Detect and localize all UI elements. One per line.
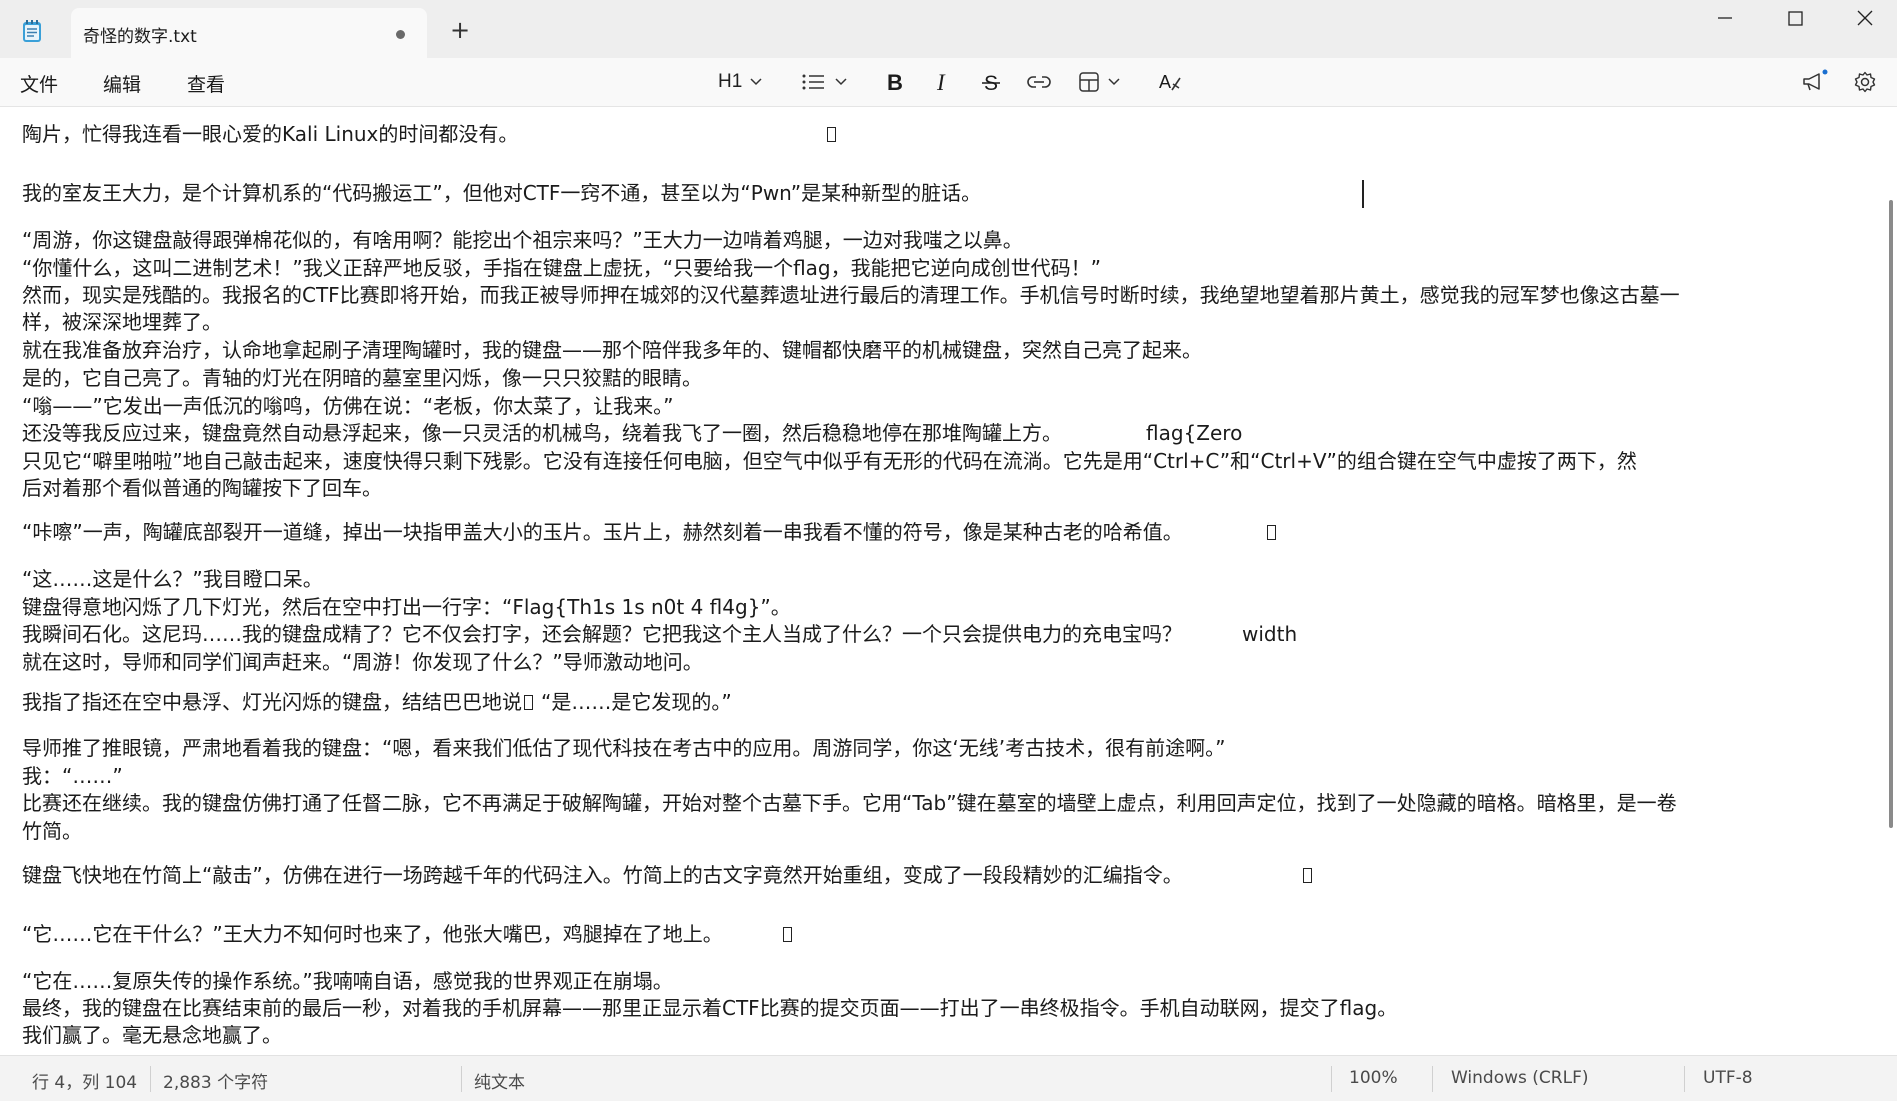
gear-icon [1854, 71, 1876, 93]
chevron-down-icon [835, 78, 847, 86]
status-divider [1684, 1066, 1685, 1092]
text-line: “周游，你这键盘敲得跟弹棉花似的，有啥用啊？能挖出个祖宗来吗？”王大力一边啃着鸡… [22, 228, 1023, 252]
status-divider [150, 1066, 151, 1092]
chevron-down-icon [1108, 78, 1120, 86]
line-ending[interactable]: Windows (CRLF) [1451, 1068, 1589, 1088]
text-line: 样，被深深地埋葬了。 [22, 310, 222, 334]
text-line: 比赛还在继续。我的键盘仿佛打通了任督二脉，它不再满足于破解陶罐，开始对整个古墓下… [22, 791, 1677, 815]
link-icon [1027, 76, 1051, 88]
text-line: 我瞬间石化。这尼玛……我的键盘成精了？它不仅会打字，还会解题？它把我这个主人当成… [22, 622, 1298, 646]
placeholder-glyph-icon [827, 127, 837, 142]
italic-icon: I [936, 70, 946, 94]
bold-button[interactable]: B [884, 68, 906, 96]
text-line: 最终，我的键盘在比赛结束前的最后一秒，对着我的手机屏幕——那里正显示着CTF比赛… [22, 996, 1398, 1020]
flag-fragment: flag{Zero [1146, 421, 1243, 445]
text-line: 我的室友王大力，是个计算机系的“代码搬运工”，但他对CTF一窍不通，甚至以为“P… [22, 181, 982, 205]
text-line: 就在这时，导师和同学们闻声赶来。“周游！你发现了什么？”导师激动地问。 [22, 650, 703, 674]
text-line: 我们赢了。毫无悬念地赢了。 [22, 1023, 282, 1047]
tab-title: 奇怪的数字.txt [83, 27, 197, 47]
minimize-button[interactable] [1697, 4, 1753, 32]
table-icon [1079, 72, 1099, 92]
text-editor[interactable]: 陶片，忙得我连看一眼心爱的Kali Linux的时间都没有。 我的室友王大力，是… [0, 107, 1888, 1055]
link-button[interactable] [1026, 68, 1052, 96]
svg-text:B: B [887, 70, 903, 94]
file-format[interactable]: 纯文本 [474, 1068, 525, 1093]
width-fragment: width [1242, 622, 1298, 646]
bullet-list-icon [802, 74, 824, 90]
clear-formatting-button[interactable]: A [1158, 68, 1184, 96]
minimize-icon [1718, 17, 1732, 19]
bold-icon: B [887, 70, 903, 94]
text-line: 键盘飞快地在竹简上“敲击”，仿佛在进行一场跨越千年的代码注入。竹简上的古文字竟然… [22, 862, 1312, 888]
text-line: 陶片，忙得我连看一眼心爱的Kali Linux的时间都没有。 [22, 121, 837, 147]
text-line: 竹简。 [22, 819, 82, 843]
placeholder-glyph-icon [1302, 868, 1312, 883]
chevron-down-icon [750, 78, 762, 86]
megaphone-icon [1803, 69, 1828, 91]
text-line: 然而，现实是残酷的。我报名的CTF比赛即将开始，而我正被导师押在城郊的汉代墓葬遗… [22, 283, 1680, 307]
text-line: “你懂什么，这叫二进制艺术！”我义正辞严地反驳，手指在键盘上虚抚，“只要给我一个… [22, 256, 1101, 280]
text-line: 就在我准备放弃治疗，认命地拿起刷子清理陶罐时，我的键盘——那个陪伴我多年的、键帽… [22, 338, 1202, 362]
text-line: “这……这是什么？”我目瞪口呆。 [22, 567, 323, 591]
maximize-button[interactable] [1767, 4, 1823, 32]
italic-button[interactable]: I [932, 68, 954, 96]
new-tab-button[interactable]: + [448, 18, 472, 42]
zoom-level[interactable]: 100% [1349, 1068, 1398, 1088]
table-dropdown[interactable] [1078, 68, 1120, 96]
menu-bar: 文件 编辑 查看 H1 B I S A [0, 58, 1897, 107]
heading-dropdown[interactable]: H1 [718, 68, 762, 96]
status-divider [461, 1066, 462, 1092]
text-cursor [1362, 180, 1364, 208]
text-line: “嗡——”它发出一声低沉的嗡鸣，仿佛在说：“老板，你太菜了，让我来。” [22, 394, 674, 418]
placeholder-glyph-icon [524, 695, 533, 710]
svg-text:I: I [936, 70, 946, 94]
text-line: “它……它在干什么？”王大力不知何时也来了，他张大嘴巴，鸡腿掉在了地上。 [22, 921, 792, 947]
text-line: 导师推了推眼镜，严肃地看着我的键盘：“嗯，看来我们低估了现代科技在考古中的应用。… [22, 736, 1226, 760]
announcement-button[interactable] [1801, 68, 1829, 96]
text-line: 后对着那个看似普通的陶罐按下了回车。 [22, 476, 382, 500]
unsaved-dot-icon[interactable] [396, 30, 405, 39]
notepad-app-icon [20, 18, 46, 44]
menu-edit[interactable]: 编辑 [103, 70, 141, 97]
close-button[interactable] [1837, 4, 1893, 32]
status-divider [1432, 1066, 1433, 1092]
text-line: 还没等我反应过来，键盘竟然自动悬浮起来，像一只灵活的机械鸟，绕着我飞了一圈，然后… [22, 421, 1243, 445]
text-line: “咔嚓”一声，陶罐底部裂开一道缝，掉出一块指甲盖大小的玉片。玉片上，赫然刻着一串… [22, 519, 1276, 545]
encoding[interactable]: UTF-8 [1703, 1068, 1753, 1088]
text-line: 我指了指还在空中悬浮、灯光闪烁的键盘，结结巴巴地说 “是……是它发现的。” [22, 690, 732, 714]
settings-button[interactable] [1853, 68, 1877, 96]
strikethrough-button[interactable]: S [980, 68, 1002, 96]
maximize-icon [1788, 11, 1803, 26]
cursor-position: 行 4，列 104 [32, 1073, 138, 1093]
list-dropdown[interactable] [801, 68, 847, 96]
text-line: “它在……复原失传的操作系统。”我喃喃自语，感觉我的世界观正在崩塌。 [22, 969, 673, 993]
text-line: 只见它“噼里啪啦”地自己敲击起来，速度快得只剩下残影。它没有连接任何电脑，但空气… [22, 449, 1637, 473]
character-count: 2,883 个字符 [163, 1073, 269, 1093]
placeholder-glyph-icon [1266, 525, 1276, 540]
close-icon [1857, 10, 1873, 26]
placeholder-glyph-icon [782, 927, 792, 942]
text-line: 是的，它自己亮了。青轴的灯光在阴暗的墓室里闪烁，像一只只狡黠的眼睛。 [22, 366, 702, 390]
svg-text:A: A [1159, 72, 1171, 92]
status-bar: 行 4，列 104 2,883 个字符 纯文本 100% Windows (CR… [0, 1055, 1897, 1101]
menu-view[interactable]: 查看 [187, 70, 225, 97]
strikethrough-icon: S [982, 72, 1000, 94]
vertical-scrollbar[interactable] [1889, 200, 1893, 828]
menu-file[interactable]: 文件 [20, 70, 58, 97]
document-tab[interactable]: 奇怪的数字.txt [71, 8, 427, 58]
heading-label: H1 [718, 71, 743, 92]
text-line: 键盘得意地闪烁了几下灯光，然后在空中打出一行字：“Flag{Th1s 1s n0… [22, 595, 791, 619]
status-divider [1331, 1066, 1332, 1092]
clear-formatting-icon: A [1159, 72, 1181, 92]
plus-icon: + [449, 16, 471, 44]
title-bar: 奇怪的数字.txt + [0, 0, 1897, 58]
text-line: 我：“……” [22, 764, 123, 788]
